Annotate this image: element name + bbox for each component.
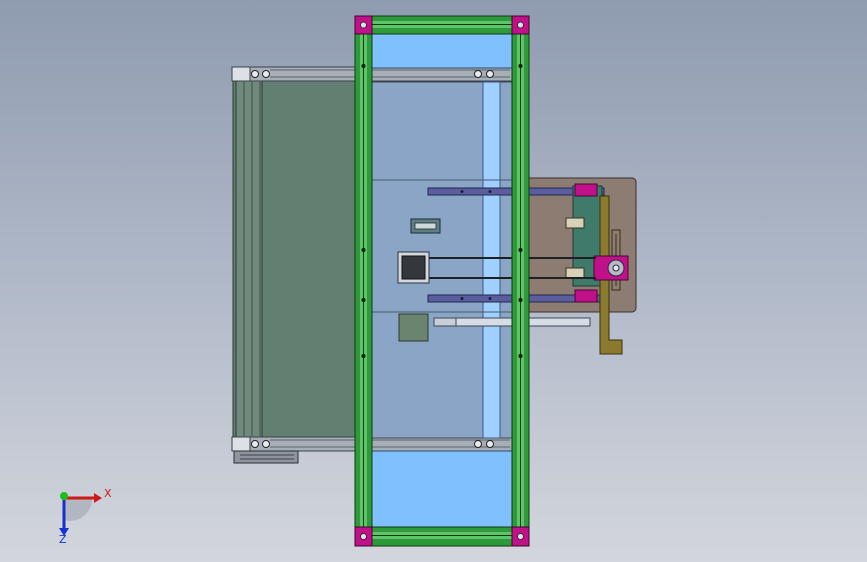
bolt-icon xyxy=(486,70,494,78)
camera-sensor xyxy=(401,255,426,280)
conveyor-frame-top xyxy=(231,66,515,82)
conveyor-drive-motor xyxy=(233,450,299,464)
coordinate-triad: X Z xyxy=(59,487,112,546)
clamp-block xyxy=(574,183,598,197)
x-axis-arrowhead xyxy=(94,493,102,503)
bolt-icon xyxy=(474,70,482,78)
conveyor-frame-bottom xyxy=(231,436,515,452)
bolt-icon xyxy=(262,440,270,448)
bolt-icon xyxy=(251,70,259,78)
cad-viewport[interactable]: X Z xyxy=(0,0,867,562)
bolt-icon xyxy=(262,70,270,78)
side-guard xyxy=(482,81,501,439)
y-axis-arrow xyxy=(60,492,68,500)
conveyor-end-roller xyxy=(235,79,263,439)
bolt-icon xyxy=(251,440,259,448)
clamp-block xyxy=(574,289,598,303)
x-axis-label: X xyxy=(104,487,112,500)
top-window xyxy=(371,33,513,69)
bottom-window xyxy=(371,450,513,528)
bolt-icon xyxy=(474,440,482,448)
control-box xyxy=(398,313,429,342)
z-axis-label: Z xyxy=(59,533,67,546)
bolt-icon xyxy=(486,440,494,448)
